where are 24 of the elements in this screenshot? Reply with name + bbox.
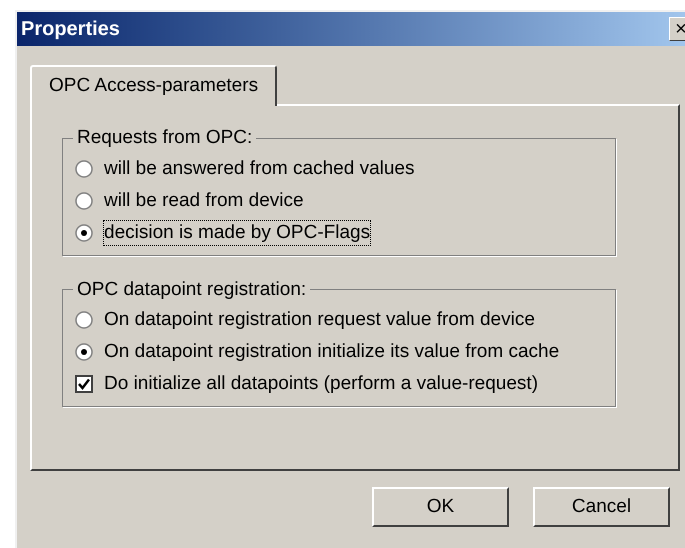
option-label: decision is made by OPC-Flags bbox=[103, 220, 372, 246]
radio-button[interactable] bbox=[75, 311, 93, 329]
checkbox-option[interactable]: Do initialize all datapoints (perform a value-request) bbox=[75, 368, 603, 400]
group-title: OPC datapoint registration: bbox=[76, 278, 308, 302]
tab[interactable]: OPC Access-parameters bbox=[30, 65, 278, 106]
radio-option[interactable]: decision is made by OPC-Flags bbox=[75, 216, 603, 248]
radio-button[interactable] bbox=[75, 224, 93, 242]
option-label: On datapoint registration initialize its value from cache bbox=[103, 340, 560, 364]
radio-button[interactable] bbox=[75, 192, 93, 210]
radio-button[interactable] bbox=[75, 343, 93, 361]
window-title: Properties bbox=[21, 17, 120, 42]
checkbox[interactable] bbox=[75, 375, 93, 393]
option-label: Do initialize all datapoints (perform a value-request) bbox=[103, 372, 540, 396]
dialog-button[interactable]: Cancel bbox=[533, 487, 670, 527]
radio-button[interactable] bbox=[75, 160, 93, 178]
radio-option[interactable]: will be answered from cached values bbox=[75, 152, 603, 184]
radio-option[interactable]: On datapoint registration request value from device bbox=[75, 304, 603, 336]
option-label: On datapoint registration request value from device bbox=[103, 308, 536, 332]
option-label: will be answered from cached values bbox=[103, 156, 416, 180]
radio-option[interactable]: On datapoint registration initialize its value from cache bbox=[75, 336, 603, 368]
radio-option[interactable]: will be read from device bbox=[75, 184, 603, 216]
group-title: Requests from OPC: bbox=[76, 126, 254, 150]
option-label: will be read from device bbox=[103, 188, 305, 212]
dialog-button[interactable]: OK bbox=[372, 487, 509, 527]
